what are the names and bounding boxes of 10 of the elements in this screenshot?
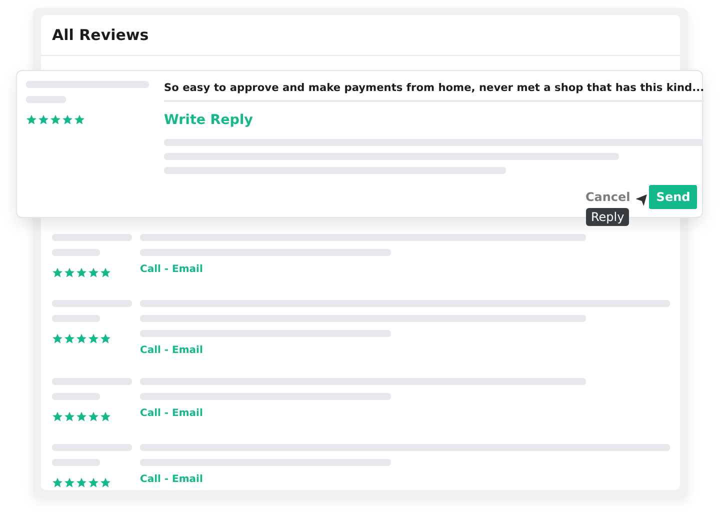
cancel-button[interactable]: Cancel	[585, 190, 630, 204]
contact-link[interactable]: Call - Email	[140, 474, 203, 485]
contact-link[interactable]: Call - Email	[140, 345, 203, 356]
review-text: So easy to approve and make payments from home, never met a shop that has this kind...	[164, 82, 704, 94]
contact-link[interactable]: Call - Email	[140, 264, 203, 275]
contact-link[interactable]: Call - Email	[140, 408, 203, 419]
write-reply-heading: Write Reply	[164, 112, 254, 128]
send-button[interactable]: Send	[649, 185, 698, 209]
tooltip: Reply	[586, 208, 630, 226]
section-title: All Reviews	[52, 26, 149, 44]
